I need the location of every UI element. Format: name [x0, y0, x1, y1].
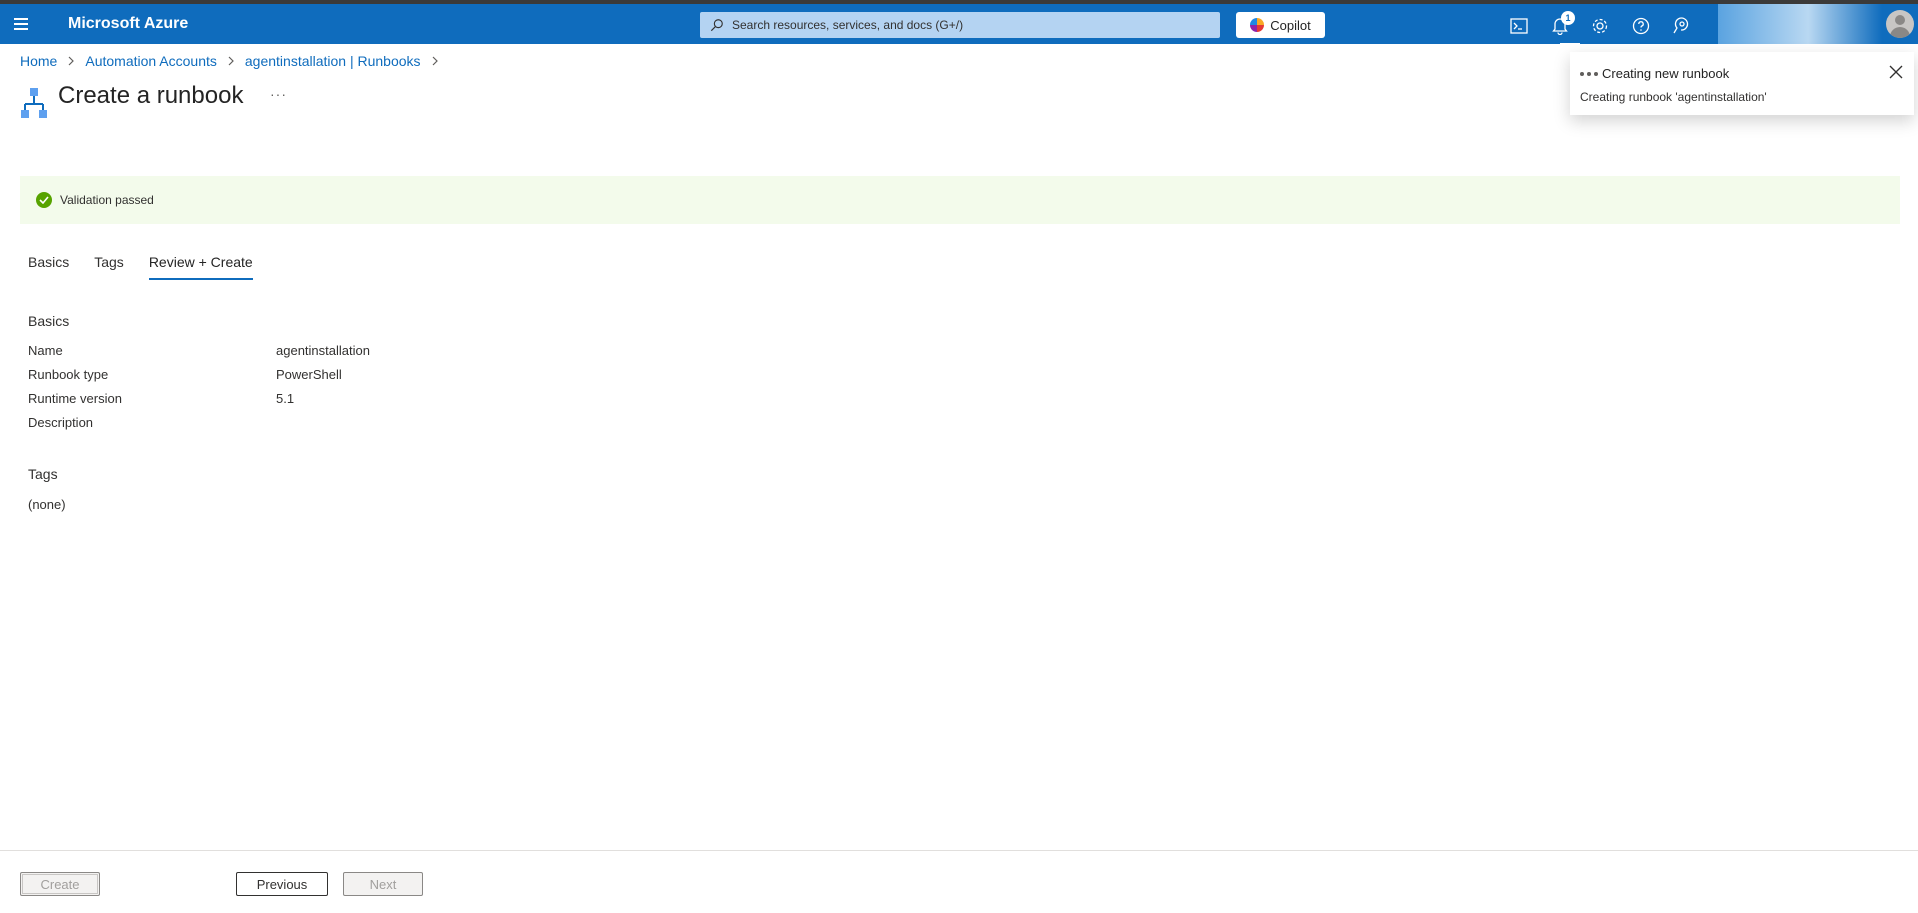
top-bar: Microsoft Azure Copilot 1: [0, 0, 1918, 45]
chevron-right-icon: [66, 56, 76, 66]
summary-label: Runbook type: [28, 367, 109, 382]
copilot-button[interactable]: Copilot: [1236, 12, 1325, 38]
notification-badge: 1: [1561, 11, 1575, 25]
menu-icon[interactable]: [14, 14, 34, 34]
user-avatar[interactable]: [1886, 10, 1914, 38]
help-icon[interactable]: [1630, 15, 1652, 37]
summary-label: Runtime version: [28, 391, 122, 406]
page-title: Create a runbook: [58, 82, 244, 109]
summary-label: Description: [28, 415, 94, 430]
validation-text: Validation passed: [60, 193, 154, 207]
tab-basics[interactable]: Basics: [28, 254, 69, 280]
create-button[interactable]: Create: [20, 872, 100, 896]
feedback-icon[interactable]: [1670, 15, 1692, 37]
breadcrumb-runbooks[interactable]: agentinstallation | Runbooks: [245, 53, 421, 69]
settings-gear-icon[interactable]: [1589, 15, 1611, 37]
basics-heading: Basics: [28, 313, 70, 329]
copilot-label: Copilot: [1270, 17, 1311, 33]
search-input[interactable]: [732, 18, 1212, 32]
summary-value: agentinstallation: [276, 343, 370, 358]
checkmark-circle-icon: [36, 192, 52, 208]
notification-toast: Creating new runbook Creating runbook 'a…: [1570, 52, 1914, 115]
tags-heading: Tags: [28, 466, 58, 482]
chevron-right-icon: [430, 56, 440, 66]
runbook-icon: [21, 88, 47, 118]
tab-review-create[interactable]: Review + Create: [148, 254, 253, 280]
cloud-shell-icon[interactable]: [1508, 15, 1530, 37]
summary-value: PowerShell: [276, 367, 342, 382]
copilot-icon: [1250, 18, 1265, 32]
notifications-active-indicator: [1560, 43, 1580, 45]
close-icon[interactable]: [1888, 64, 1904, 80]
account-directory-info[interactable]: [1718, 4, 1882, 44]
next-button[interactable]: Next: [343, 872, 423, 896]
breadcrumb-home[interactable]: Home: [20, 53, 57, 69]
tab-tags[interactable]: Tags: [94, 254, 124, 280]
tags-value: (none): [28, 497, 66, 512]
toast-message: Creating runbook 'agentinstallation': [1580, 90, 1767, 104]
search-icon: [710, 19, 723, 32]
previous-button[interactable]: Previous: [236, 872, 328, 896]
more-options-button[interactable]: ···: [270, 86, 287, 102]
chevron-right-icon: [226, 56, 236, 66]
summary-label: Name: [28, 343, 63, 358]
progress-dots-icon: [1580, 72, 1598, 76]
breadcrumb-automation-accounts[interactable]: Automation Accounts: [85, 53, 217, 69]
validation-banner: Validation passed: [20, 176, 1900, 224]
toast-title: Creating new runbook: [1602, 66, 1730, 81]
summary-value: 5.1: [276, 391, 295, 406]
search-box[interactable]: [700, 12, 1220, 38]
footer-divider: [0, 850, 1918, 851]
brand-title[interactable]: Microsoft Azure: [68, 15, 188, 33]
breadcrumb: Home Automation Accounts agentinstallati…: [20, 53, 449, 69]
wizard-tabs: Basics Tags Review + Create: [28, 254, 253, 280]
notifications-icon[interactable]: 1: [1549, 11, 1575, 37]
